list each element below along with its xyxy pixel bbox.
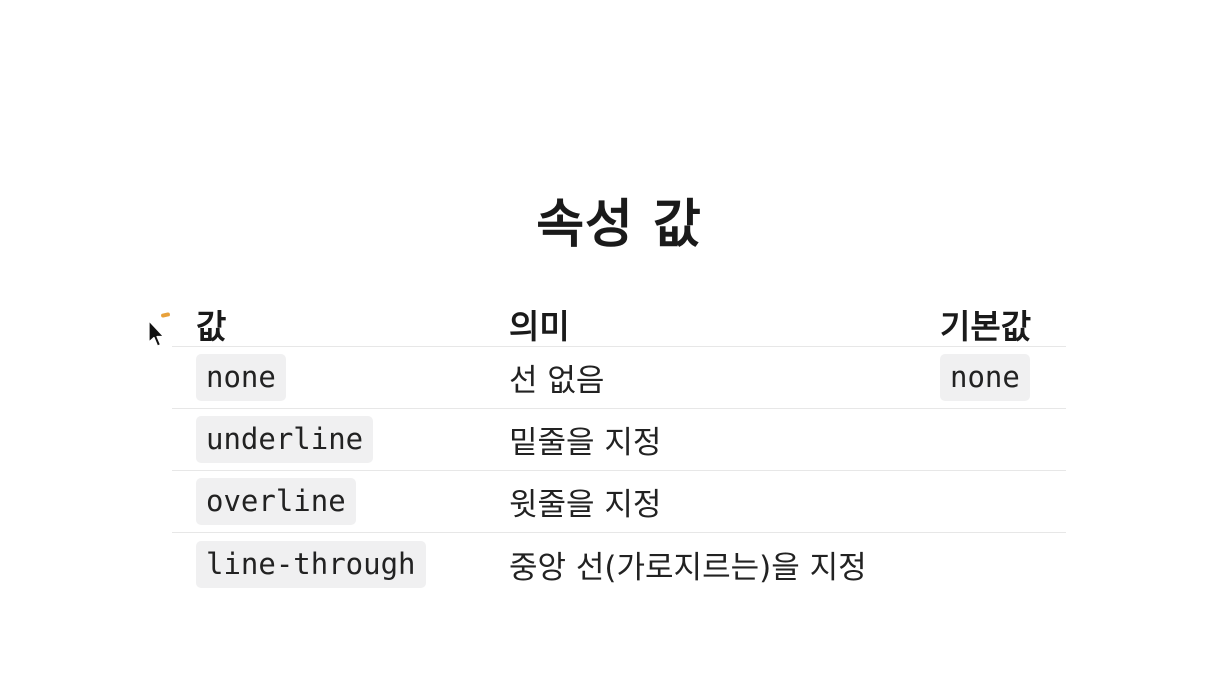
page-title: 속성 값 bbox=[536, 195, 702, 255]
value-code: underline bbox=[196, 416, 374, 463]
property-values-table: 값 의미 기본값 none 선 없음 none underline 밑줄을 지정… bbox=[172, 290, 1066, 595]
value-code: line-through bbox=[196, 540, 426, 588]
table-row: none 선 없음 none bbox=[172, 347, 1066, 409]
table-row: overline 윗줄을 지정 bbox=[172, 471, 1066, 533]
header-value: 값 bbox=[196, 307, 227, 346]
meaning-text: 선 없음 bbox=[509, 363, 605, 399]
mouse-pointer-icon bbox=[148, 320, 165, 347]
meaning-text: 밑줄을 지정 bbox=[509, 425, 662, 461]
header-meaning: 의미 bbox=[509, 307, 570, 346]
table-row: line-through 중앙 선(가로지르는)을 지정 bbox=[172, 533, 1066, 595]
table-header-row: 값 의미 기본값 bbox=[172, 290, 1066, 347]
meaning-text: 윗줄을 지정 bbox=[509, 487, 662, 523]
table-row: underline 밑줄을 지정 bbox=[172, 409, 1066, 471]
value-code: overline bbox=[196, 478, 356, 525]
meaning-text: 중앙 선(가로지르는)을 지정 bbox=[509, 549, 867, 586]
value-code: none bbox=[196, 354, 286, 401]
header-default: 기본값 bbox=[940, 307, 1032, 346]
drag-handle-icon[interactable] bbox=[160, 312, 171, 318]
default-code: none bbox=[940, 354, 1030, 401]
